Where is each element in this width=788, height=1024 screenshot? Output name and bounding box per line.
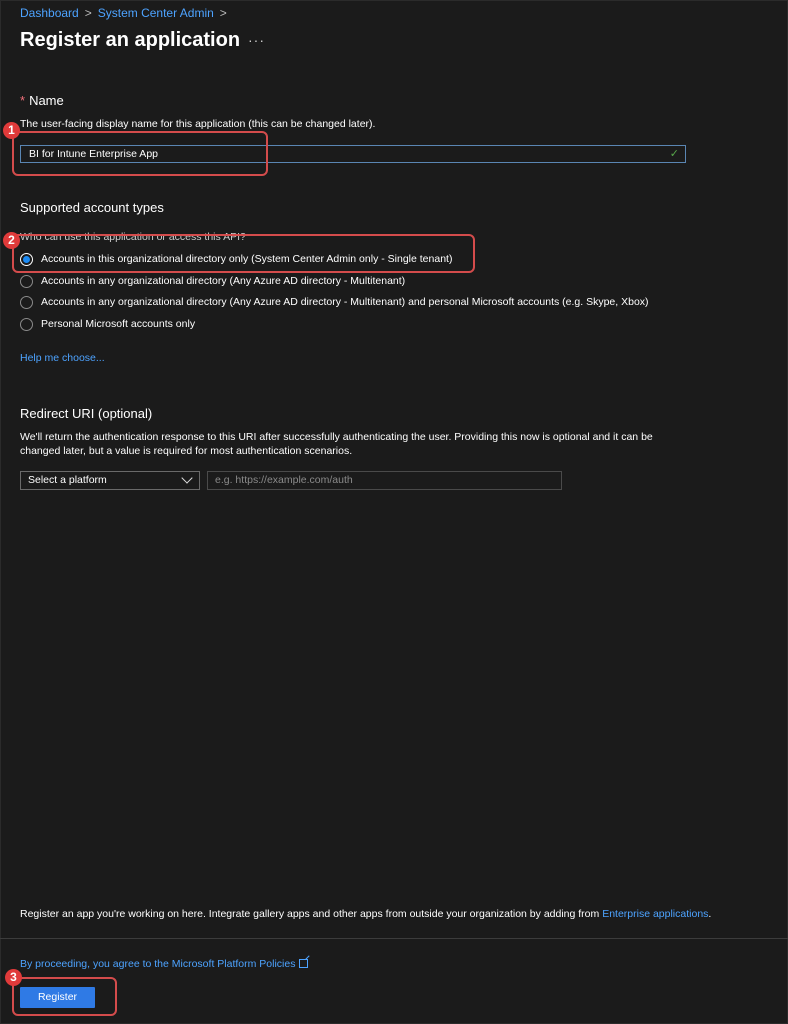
chevron-down-icon xyxy=(181,472,193,484)
account-types-heading: Supported account types xyxy=(20,200,164,215)
redirect-uri-input[interactable]: e.g. https://example.com/auth xyxy=(207,471,562,490)
radio-icon[interactable] xyxy=(20,295,33,309)
more-options-icon[interactable]: ··· xyxy=(248,32,265,48)
register-note: Register an app you're working on here. … xyxy=(20,908,711,920)
breadcrumb: Dashboard > System Center Admin > xyxy=(20,6,233,20)
checkmark-icon: ✓ xyxy=(669,148,679,160)
radio-icon[interactable] xyxy=(20,274,33,288)
page-title: Register an application xyxy=(20,29,241,51)
callout-box-3 xyxy=(12,977,117,1016)
enterprise-applications-link[interactable]: Enterprise applications xyxy=(602,908,708,920)
register-note-end: . xyxy=(708,908,712,920)
callout-badge-1: 1 xyxy=(3,122,20,139)
platform-select[interactable]: Select a platform xyxy=(20,471,200,490)
redirect-description-line1: We'll return the authentication response… xyxy=(20,431,653,443)
option-label: Accounts in any organizational directory… xyxy=(41,296,649,308)
callout-badge-3: 3 xyxy=(5,969,22,986)
platform-policies-link[interactable]: By proceeding, you agree to the Microsof… xyxy=(20,958,309,970)
footer-divider xyxy=(0,938,788,939)
required-mark: * xyxy=(20,93,26,108)
breadcrumb-separator: > xyxy=(219,6,227,20)
account-type-option-multitenant-personal[interactable]: Accounts in any organizational directory… xyxy=(20,294,649,310)
callout-box-1 xyxy=(12,131,268,176)
breadcrumb-dashboard-link[interactable]: Dashboard xyxy=(20,6,79,20)
account-type-option-multitenant[interactable]: Accounts in any organizational directory… xyxy=(20,273,405,289)
redirect-uri-heading: Redirect URI (optional) xyxy=(20,406,153,421)
breadcrumb-separator: > xyxy=(84,6,92,20)
platform-select-value: Select a platform xyxy=(28,474,107,486)
option-label: Accounts in any organizational directory… xyxy=(41,275,406,287)
breadcrumb-system-center-admin-link[interactable]: System Center Admin xyxy=(98,6,214,20)
callout-badge-2: 2 xyxy=(3,232,20,249)
name-description: The user-facing display name for this ap… xyxy=(20,118,376,130)
external-link-icon xyxy=(299,959,309,968)
register-note-text: Register an app you're working on here. … xyxy=(20,908,603,920)
name-section-heading: * Name xyxy=(20,93,64,108)
redirect-uri-placeholder: e.g. https://example.com/auth xyxy=(215,474,353,486)
platform-policies-text: By proceeding, you agree to the Microsof… xyxy=(20,958,296,970)
account-type-option-personal[interactable]: Personal Microsoft accounts only xyxy=(20,316,195,332)
name-label: Name xyxy=(29,93,64,108)
callout-box-2 xyxy=(12,234,475,273)
redirect-description-line2: changed later, but a value is required f… xyxy=(20,445,353,457)
radio-icon[interactable] xyxy=(20,317,33,331)
option-label: Personal Microsoft accounts only xyxy=(41,318,196,330)
help-me-choose-link[interactable]: Help me choose... xyxy=(20,352,105,364)
